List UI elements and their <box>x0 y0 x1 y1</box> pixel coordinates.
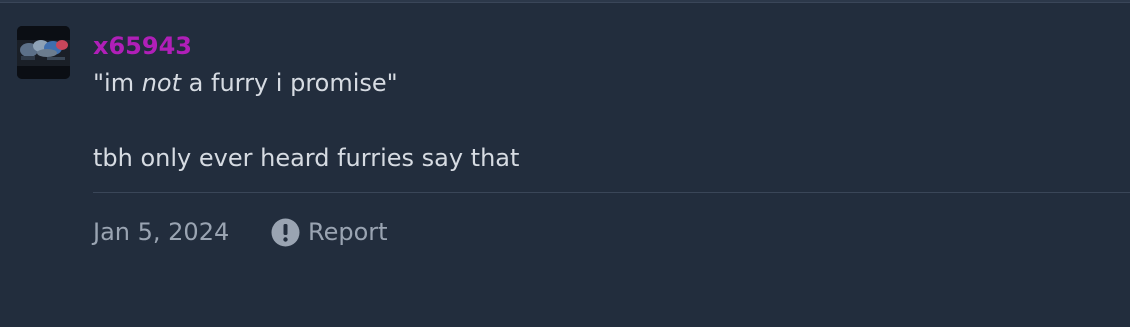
username-link[interactable]: x65943 <box>93 30 192 62</box>
post-quote-line: "im not a furry i promise" <box>93 67 398 99</box>
quote-text-end: a furry i promise" <box>181 69 398 97</box>
avatar-image <box>17 26 70 79</box>
report-button[interactable]: Report <box>271 216 388 248</box>
exclamation-circle-icon <box>271 218 300 246</box>
quote-text-start: "im <box>93 69 142 97</box>
report-label: Report <box>308 218 388 246</box>
post-date-link[interactable]: Jan 5, 2024 <box>93 216 229 248</box>
post-reply-line: tbh only ever heard furries say that <box>93 144 520 172</box>
top-divider <box>0 0 1130 3</box>
quote-emphasis: not <box>141 69 182 97</box>
post-footer-divider <box>93 192 1130 193</box>
avatar[interactable] <box>17 26 70 79</box>
